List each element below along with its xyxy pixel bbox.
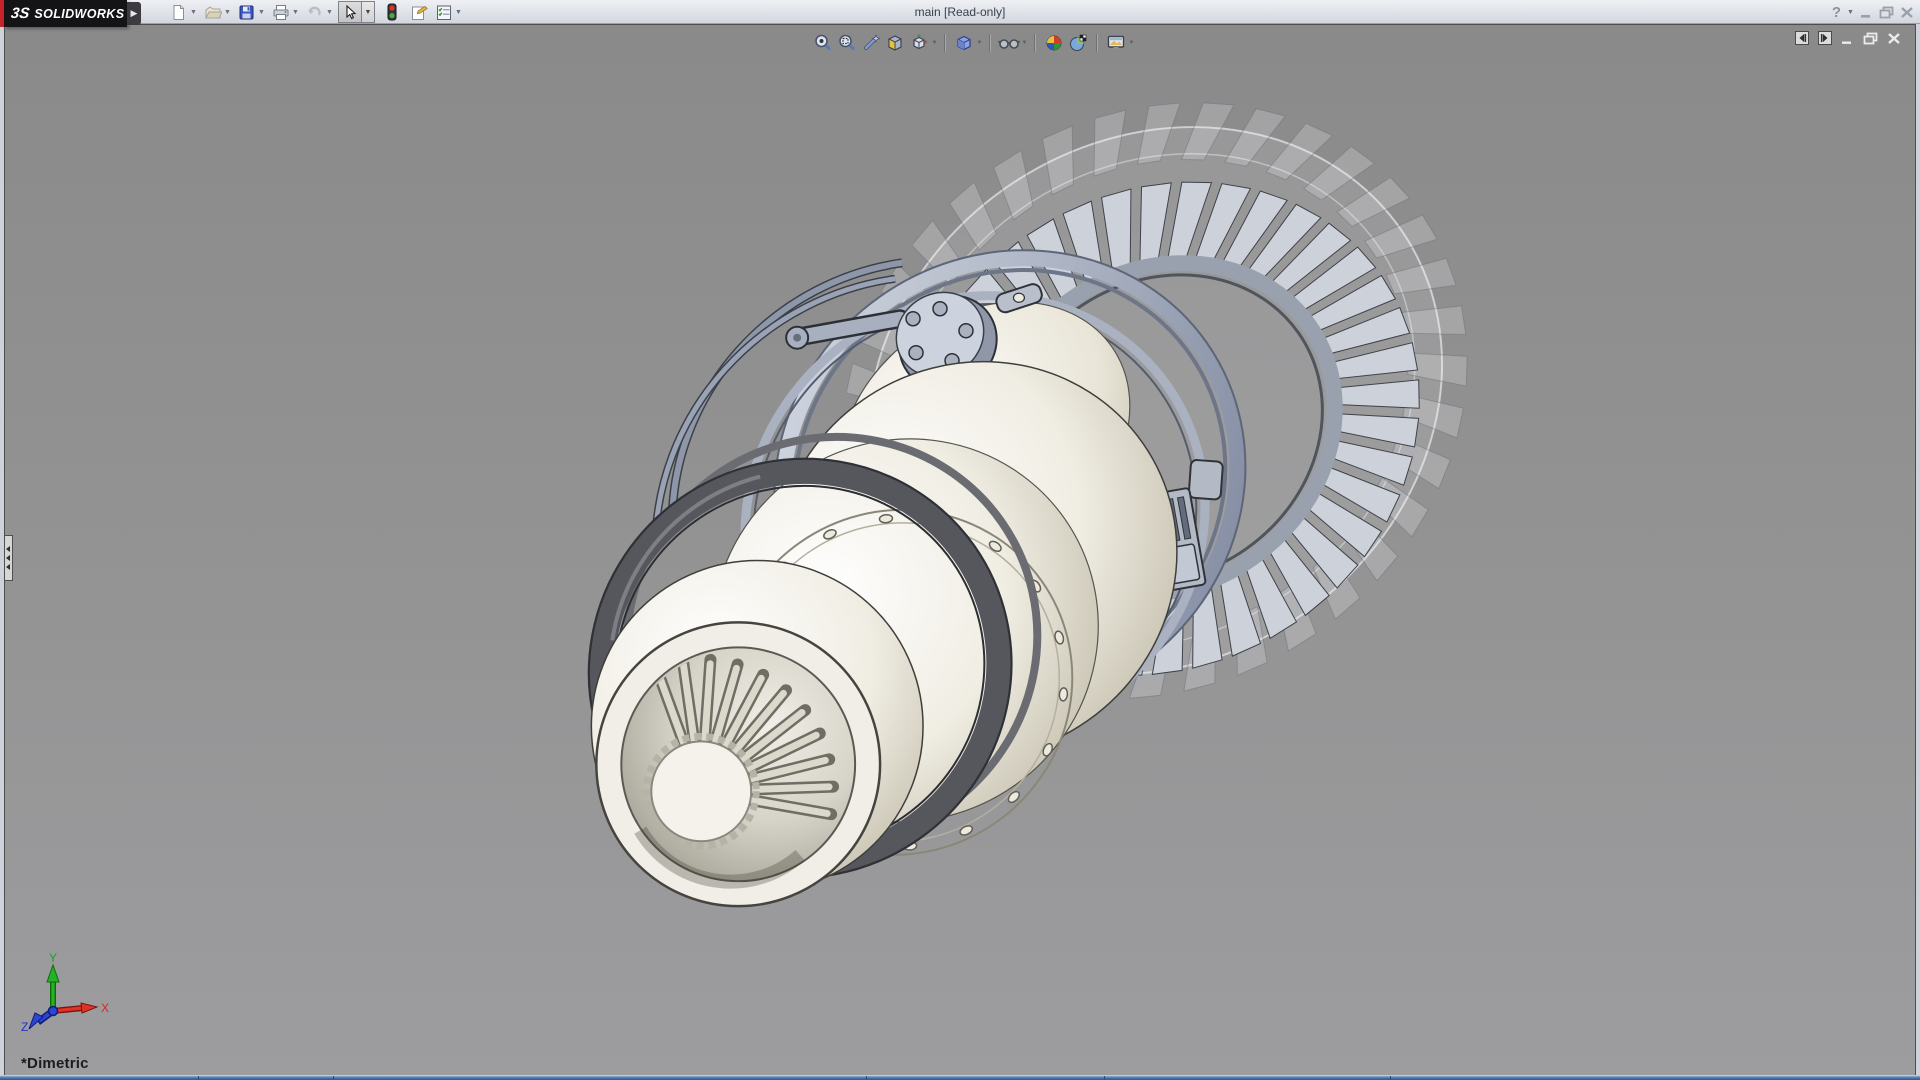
zoom-to-area-icon	[837, 33, 857, 53]
options-button[interactable]	[433, 2, 454, 23]
apply-scene-icon	[1068, 33, 1088, 53]
hide-show-items-caret[interactable]: ▼	[1021, 40, 1028, 46]
collapse-pane-icon[interactable]	[1795, 31, 1809, 45]
undo-icon	[306, 4, 324, 21]
expand-pane-icon[interactable]	[1818, 31, 1832, 45]
titlebar-right-controls: ? ▼	[1832, 1, 1914, 23]
new-document-icon	[170, 4, 187, 21]
select-tool-caret[interactable]: ▼	[362, 1, 375, 23]
previous-view-button[interactable]	[859, 31, 883, 55]
solidworks-window: 3S SOLIDWORKS ▶ main [Read-only] ▼ ▼	[0, 0, 1920, 1080]
section-view-button[interactable]	[883, 31, 907, 55]
collapse-arrow-icon	[6, 564, 10, 570]
eyeglasses-icon	[998, 33, 1020, 53]
undo-button[interactable]	[304, 2, 325, 23]
open-folder-icon	[204, 4, 222, 21]
help-caret[interactable]: ▼	[1847, 2, 1854, 23]
options-icon	[435, 4, 453, 21]
view-orientation-button[interactable]	[907, 31, 931, 55]
zoom-to-fit-button[interactable]	[811, 31, 835, 55]
display-style-button[interactable]	[952, 31, 976, 55]
save-caret[interactable]: ▼	[257, 2, 266, 23]
hide-show-items-button[interactable]	[997, 31, 1021, 55]
zoom-to-fit-icon	[813, 33, 833, 53]
minimize-document-icon[interactable]	[1841, 32, 1854, 45]
display-style-icon	[954, 33, 974, 53]
zoom-to-area-button[interactable]	[835, 31, 859, 55]
save-button[interactable]	[236, 2, 257, 23]
main-toolbar: ▼ ▼ ▼	[168, 1, 467, 23]
view-orientation-icon	[909, 33, 929, 53]
apply-scene-button[interactable]	[1066, 31, 1090, 55]
print-button[interactable]	[270, 2, 291, 23]
options-caret[interactable]: ▼	[454, 2, 463, 23]
titlebar: 3S SOLIDWORKS ▶ main [Read-only] ▼ ▼	[0, 0, 1920, 24]
view-settings-button[interactable]	[1104, 31, 1128, 55]
view-settings-caret[interactable]: ▼	[1128, 40, 1135, 46]
viewbar-separator	[1096, 34, 1098, 52]
brand-text: SOLIDWORKS	[34, 7, 124, 21]
save-floppy-icon	[238, 4, 255, 21]
solidworks-logo: 3S SOLIDWORKS	[4, 0, 127, 27]
new-document-button[interactable]	[168, 2, 189, 23]
close-document-icon[interactable]	[1887, 32, 1901, 45]
section-view-icon	[885, 33, 905, 53]
edit-appearance-button[interactable]	[1042, 31, 1066, 55]
graphics-area[interactable]: ▼ ▼ ▼	[4, 24, 1916, 1080]
display-style-caret[interactable]: ▼	[976, 40, 983, 46]
open-button[interactable]	[202, 2, 223, 23]
edit-appearance-icon	[1044, 33, 1064, 53]
heads-up-view-toolbar: ▼ ▼ ▼	[811, 30, 1135, 56]
menu-flyout-arrow-icon[interactable]: ▶	[127, 2, 141, 25]
traffic-light-icon	[387, 3, 397, 21]
rebuild-button[interactable]	[381, 2, 402, 23]
viewbar-separator	[1034, 34, 1036, 52]
open-caret[interactable]: ▼	[223, 2, 232, 23]
ds-logo-glyph: 3S	[10, 5, 31, 22]
collapse-arrow-icon	[6, 555, 10, 561]
select-tool-button[interactable]	[338, 1, 362, 23]
viewbar-separator	[944, 34, 946, 52]
view-settings-icon	[1106, 33, 1126, 53]
minimize-window-icon[interactable]	[1860, 6, 1873, 19]
view-orientation-label: *Dimetric	[21, 1055, 89, 1072]
model-3d-jet-engine[interactable]	[5, 25, 1915, 1080]
file-properties-icon	[410, 4, 428, 21]
print-caret[interactable]: ▼	[291, 2, 300, 23]
taskbar-edge	[0, 1075, 1920, 1080]
print-icon	[272, 4, 290, 21]
viewbar-separator	[989, 34, 991, 52]
file-properties-button[interactable]	[408, 2, 429, 23]
help-button[interactable]: ?	[1832, 4, 1841, 21]
new-document-caret[interactable]: ▼	[189, 2, 198, 23]
collapse-arrow-icon	[6, 546, 10, 552]
previous-view-icon	[861, 33, 881, 53]
panel-splitter-handle[interactable]	[4, 535, 13, 581]
view-orientation-caret[interactable]: ▼	[931, 40, 938, 46]
restore-document-icon[interactable]	[1863, 32, 1878, 45]
document-window-controls	[1795, 31, 1901, 45]
undo-caret[interactable]: ▼	[325, 2, 334, 23]
close-window-icon[interactable]	[1900, 6, 1914, 19]
restore-window-icon[interactable]	[1879, 6, 1894, 19]
select-cursor-icon	[344, 5, 357, 20]
